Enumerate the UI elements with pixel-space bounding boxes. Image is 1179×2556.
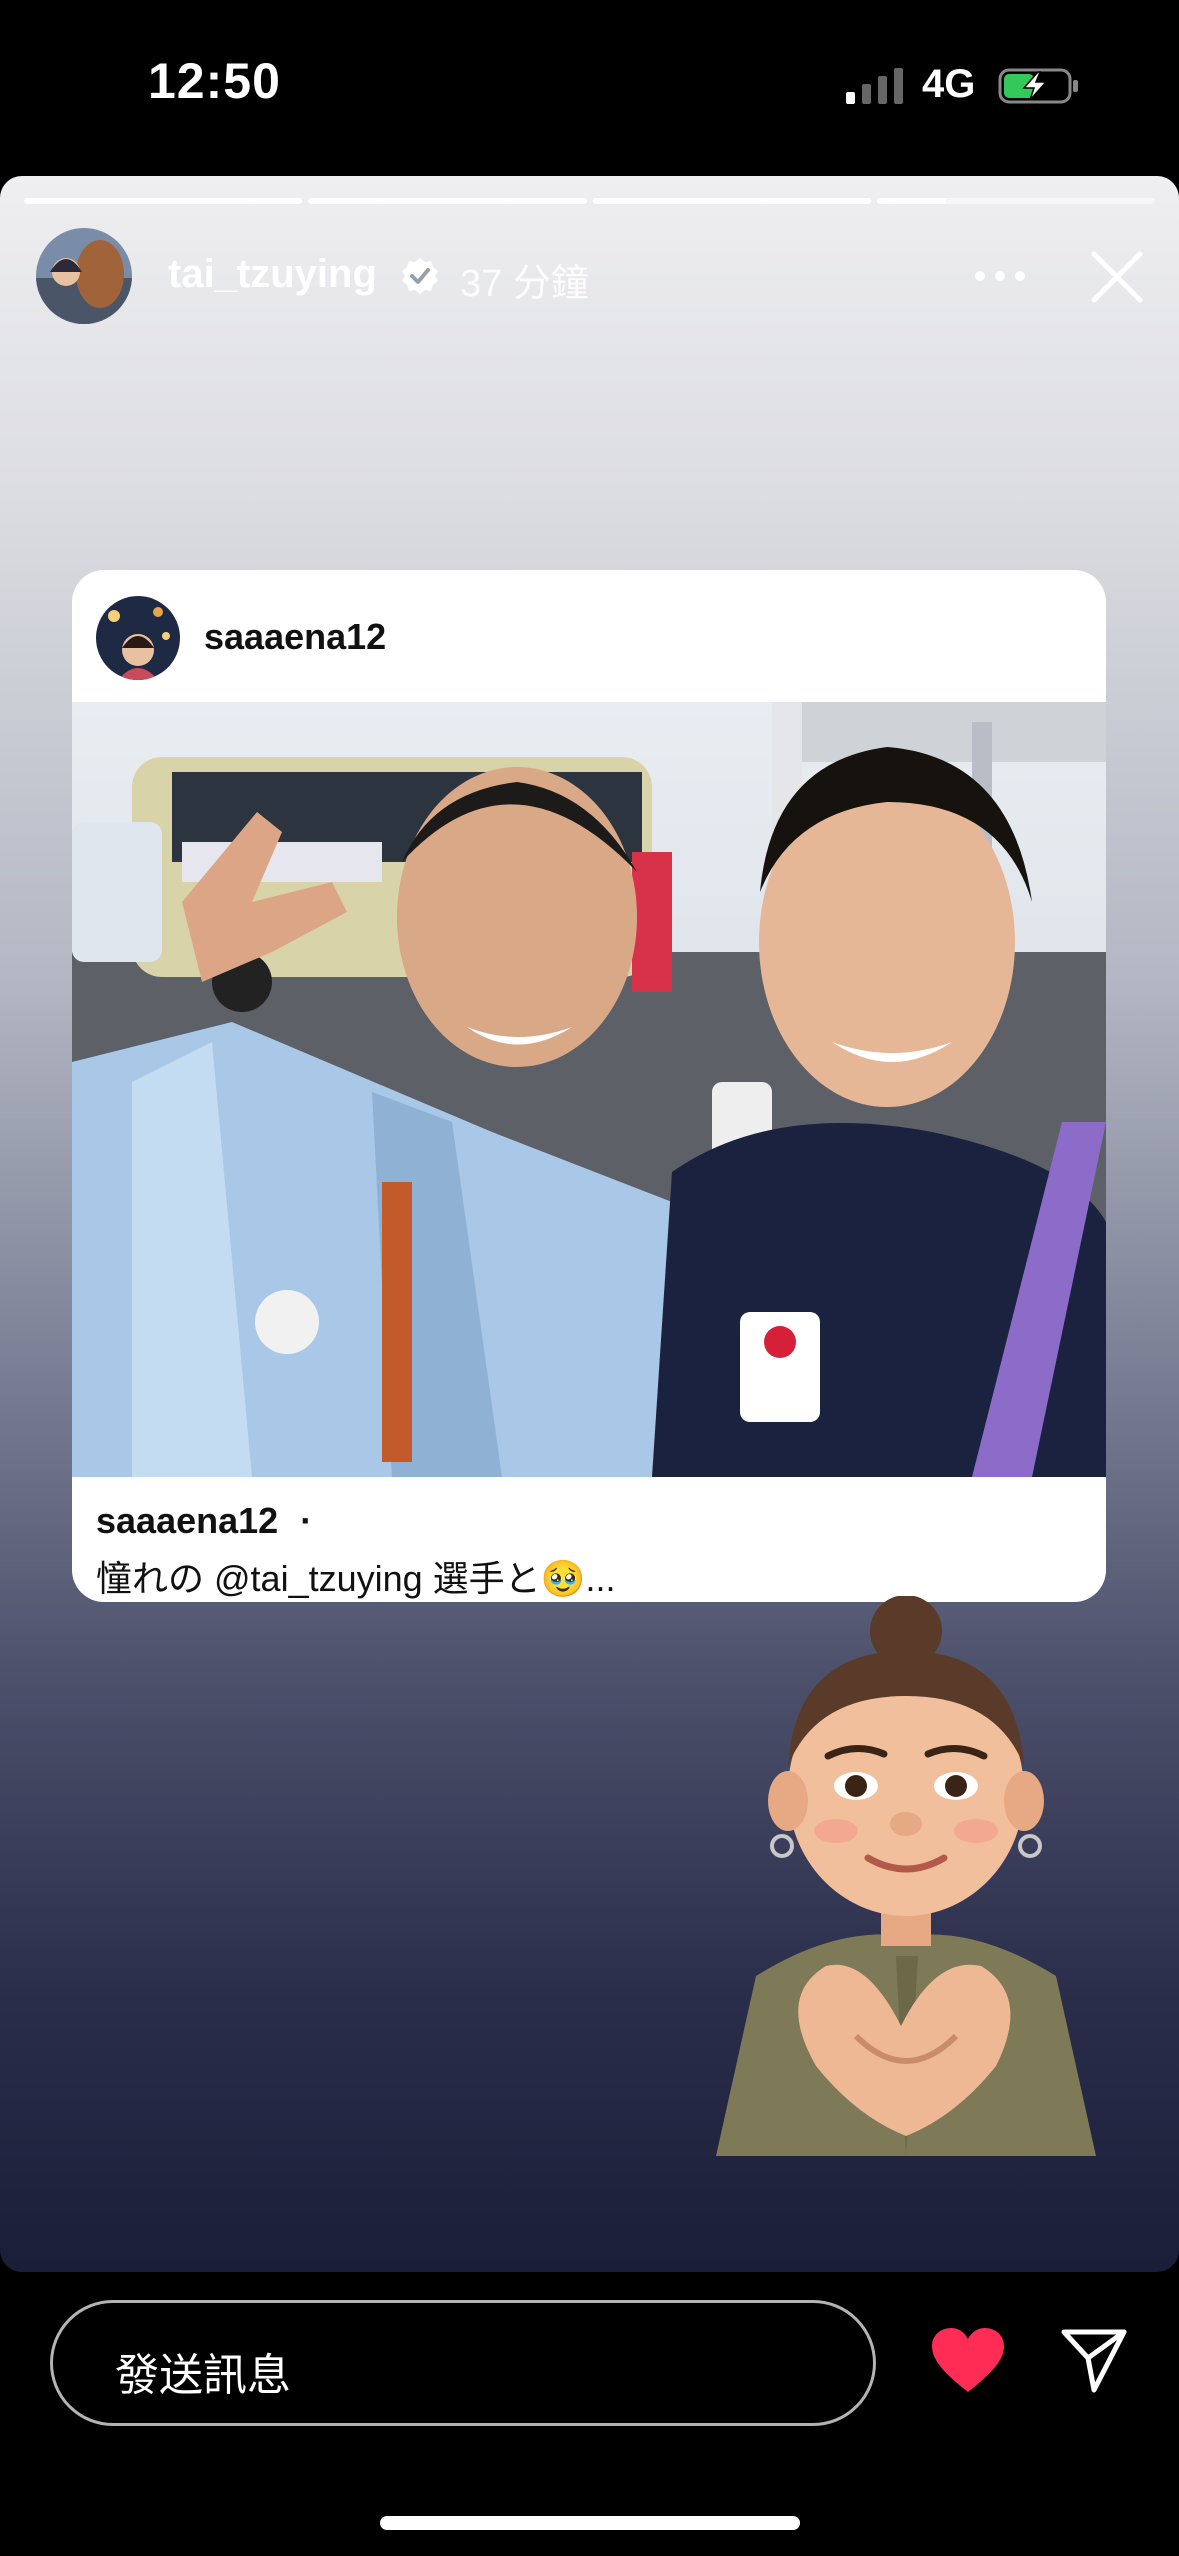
shared-post-username[interactable]: saaaena12 xyxy=(204,616,386,658)
memoji-heart-hands-sticker xyxy=(716,1596,1096,2156)
shared-post-card[interactable]: saaaena12 saaaena12 · 憧れの @tai_tzuying 選… xyxy=(72,570,1106,1602)
network-type: 4G xyxy=(922,62,976,106)
progress-fill xyxy=(876,198,947,204)
progress-segment xyxy=(24,198,303,204)
status-time: 12:50 xyxy=(148,53,281,109)
story-author-username[interactable]: tai_tzuying xyxy=(168,252,377,297)
message-placeholder: 發送訊息 xyxy=(115,2351,291,2400)
message-input[interactable]: 發送訊息 xyxy=(50,2300,876,2426)
signal-icon xyxy=(846,68,903,104)
progress-fill xyxy=(24,198,303,204)
caption-text: 憧れの @tai_tzuying 選手と🥹... xyxy=(96,1558,616,1599)
story-author-avatar[interactable] xyxy=(36,228,132,324)
shared-post-avatar[interactable] xyxy=(96,596,180,680)
progress-segment xyxy=(592,198,871,204)
home-indicator xyxy=(380,2516,800,2530)
progress-fill xyxy=(592,198,871,204)
send-icon[interactable] xyxy=(1060,2326,1128,2394)
caption-dot: · xyxy=(300,1500,313,1541)
close-icon[interactable] xyxy=(1088,248,1146,306)
shared-post-caption: saaaena12 · 憧れの @tai_tzuying 選手と🥹... xyxy=(96,1500,1086,1602)
story-viewer[interactable]: tai_tzuying 37 分鐘 saaaena12 saaaena12 · … xyxy=(0,176,1179,2272)
caption-username[interactable]: saaaena12 xyxy=(96,1500,278,1541)
story-timestamp: 37 分鐘 xyxy=(460,263,589,305)
heart-icon[interactable] xyxy=(930,2326,1006,2394)
progress-fill xyxy=(308,198,587,204)
progress-segment xyxy=(876,198,1155,204)
progress-segment xyxy=(308,198,587,204)
verified-badge-icon xyxy=(402,258,438,294)
shared-post-header: saaaena12 xyxy=(72,570,1106,702)
battery-charging-icon xyxy=(998,68,1078,104)
story-reply-bar: 發送訊息 xyxy=(0,2272,1179,2556)
shared-post-photo[interactable] xyxy=(72,702,1106,1477)
more-horizontal-icon[interactable] xyxy=(970,256,1030,296)
status-bar: 12:50 4G xyxy=(0,0,1179,175)
caption-line-1: saaaena12 · xyxy=(96,1500,1086,1542)
story-progress xyxy=(24,198,1155,204)
